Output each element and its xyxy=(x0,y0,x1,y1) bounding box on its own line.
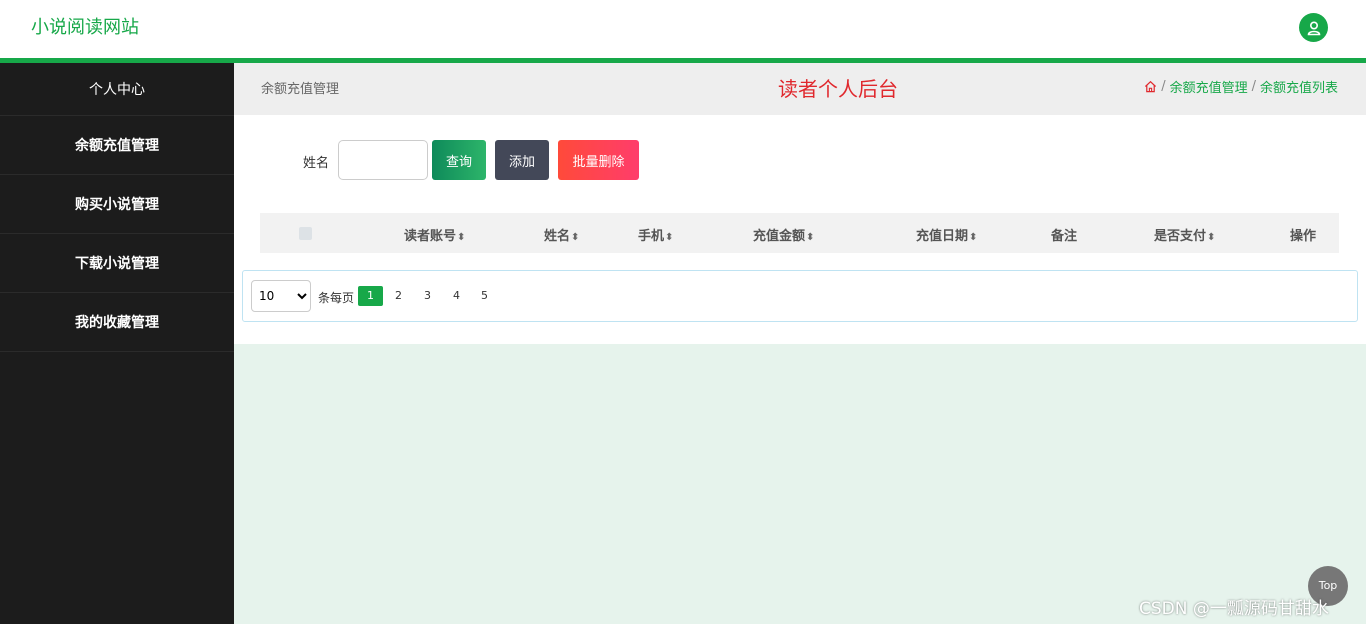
breadcrumb: / 余额充值管理 / 余额充值列表 xyxy=(1144,77,1338,96)
sidebar-item-label: 我的收藏管理 xyxy=(75,315,159,331)
page-3[interactable]: 3 xyxy=(415,286,440,306)
sort-icon: ⬍ xyxy=(806,232,815,243)
page-size-select[interactable]: 10 xyxy=(251,280,311,312)
section-name: 余额充值管理 xyxy=(261,82,340,97)
sort-icon: ⬍ xyxy=(969,232,978,243)
page-2[interactable]: 2 xyxy=(386,286,411,306)
sidebar-item-label: 购买小说管理 xyxy=(75,197,159,213)
add-button[interactable]: 添加 xyxy=(495,140,549,180)
sidebar-item-download[interactable]: 下载小说管理 xyxy=(0,234,234,293)
sidebar-item-label: 余额充值管理 xyxy=(75,138,159,154)
top-header: 小说阅读网站 xyxy=(0,0,1366,58)
main-panel: 余额充值管理 读者个人后台 / 余额充值管理 / 余额充值列表 姓名 查询 添加… xyxy=(234,63,1366,344)
query-button[interactable]: 查询 xyxy=(432,140,486,180)
sort-icon: ⬍ xyxy=(665,232,674,243)
select-all-checkbox[interactable] xyxy=(299,227,312,240)
column-date[interactable]: 充值日期⬍ xyxy=(916,225,977,244)
page-4[interactable]: 4 xyxy=(444,286,469,306)
page-5[interactable]: 5 xyxy=(472,286,497,306)
sidebar-item-label: 下载小说管理 xyxy=(75,256,159,272)
sidebar-item-personal-center[interactable]: 个人中心 xyxy=(0,63,234,116)
breadcrumb-separator: / xyxy=(1251,79,1256,94)
column-paid[interactable]: 是否支付⬍ xyxy=(1154,225,1215,244)
column-phone[interactable]: 手机⬍ xyxy=(638,225,673,244)
sidebar: 个人中心 余额充值管理 购买小说管理 下载小说管理 我的收藏管理 xyxy=(0,63,234,624)
search-row: 姓名 查询 添加 批量删除 xyxy=(234,140,1366,180)
sidebar-item-favorites[interactable]: 我的收藏管理 xyxy=(0,293,234,352)
column-name[interactable]: 姓名⬍ xyxy=(544,225,579,244)
sidebar-item-recharge[interactable]: 余额充值管理 xyxy=(0,116,234,175)
sort-icon: ⬍ xyxy=(457,232,466,243)
page-title: 读者个人后台 xyxy=(778,77,898,101)
user-avatar[interactable] xyxy=(1299,13,1328,42)
home-icon[interactable] xyxy=(1144,80,1157,93)
name-label: 姓名 xyxy=(303,156,330,171)
site-brand[interactable]: 小说阅读网站 xyxy=(31,17,139,39)
sort-icon: ⬍ xyxy=(1207,232,1216,243)
watermark: CSDN @一瓢源码甘甜水 xyxy=(1139,599,1329,619)
pagination: 10 条每页 1 2 3 4 5 xyxy=(242,270,1358,322)
user-icon xyxy=(1307,20,1320,35)
column-reader-account[interactable]: 读者账号⬍ xyxy=(404,225,465,244)
column-amount[interactable]: 充值金额⬍ xyxy=(753,225,814,244)
batch-delete-button[interactable]: 批量删除 xyxy=(558,140,639,180)
breadcrumb-bar: 余额充值管理 读者个人后台 / 余额充值管理 / 余额充值列表 xyxy=(234,63,1366,115)
breadcrumb-recharge-management[interactable]: 余额充值管理 xyxy=(1170,77,1248,96)
table-header: 读者账号⬍ 姓名⬍ 手机⬍ 充值金额⬍ 充值日期⬍ 备注 是否支付⬍ 操作 xyxy=(260,213,1339,253)
per-page-label: 条每页 xyxy=(318,291,355,305)
breadcrumb-separator: / xyxy=(1161,79,1166,94)
page-1[interactable]: 1 xyxy=(358,286,383,306)
sidebar-item-purchase[interactable]: 购买小说管理 xyxy=(0,175,234,234)
column-actions: 操作 xyxy=(1290,229,1317,244)
name-search-input[interactable] xyxy=(338,140,428,180)
column-remark: 备注 xyxy=(1051,229,1078,244)
sort-icon: ⬍ xyxy=(571,232,580,243)
sidebar-item-label: 个人中心 xyxy=(89,82,145,98)
breadcrumb-recharge-list[interactable]: 余额充值列表 xyxy=(1260,77,1338,96)
